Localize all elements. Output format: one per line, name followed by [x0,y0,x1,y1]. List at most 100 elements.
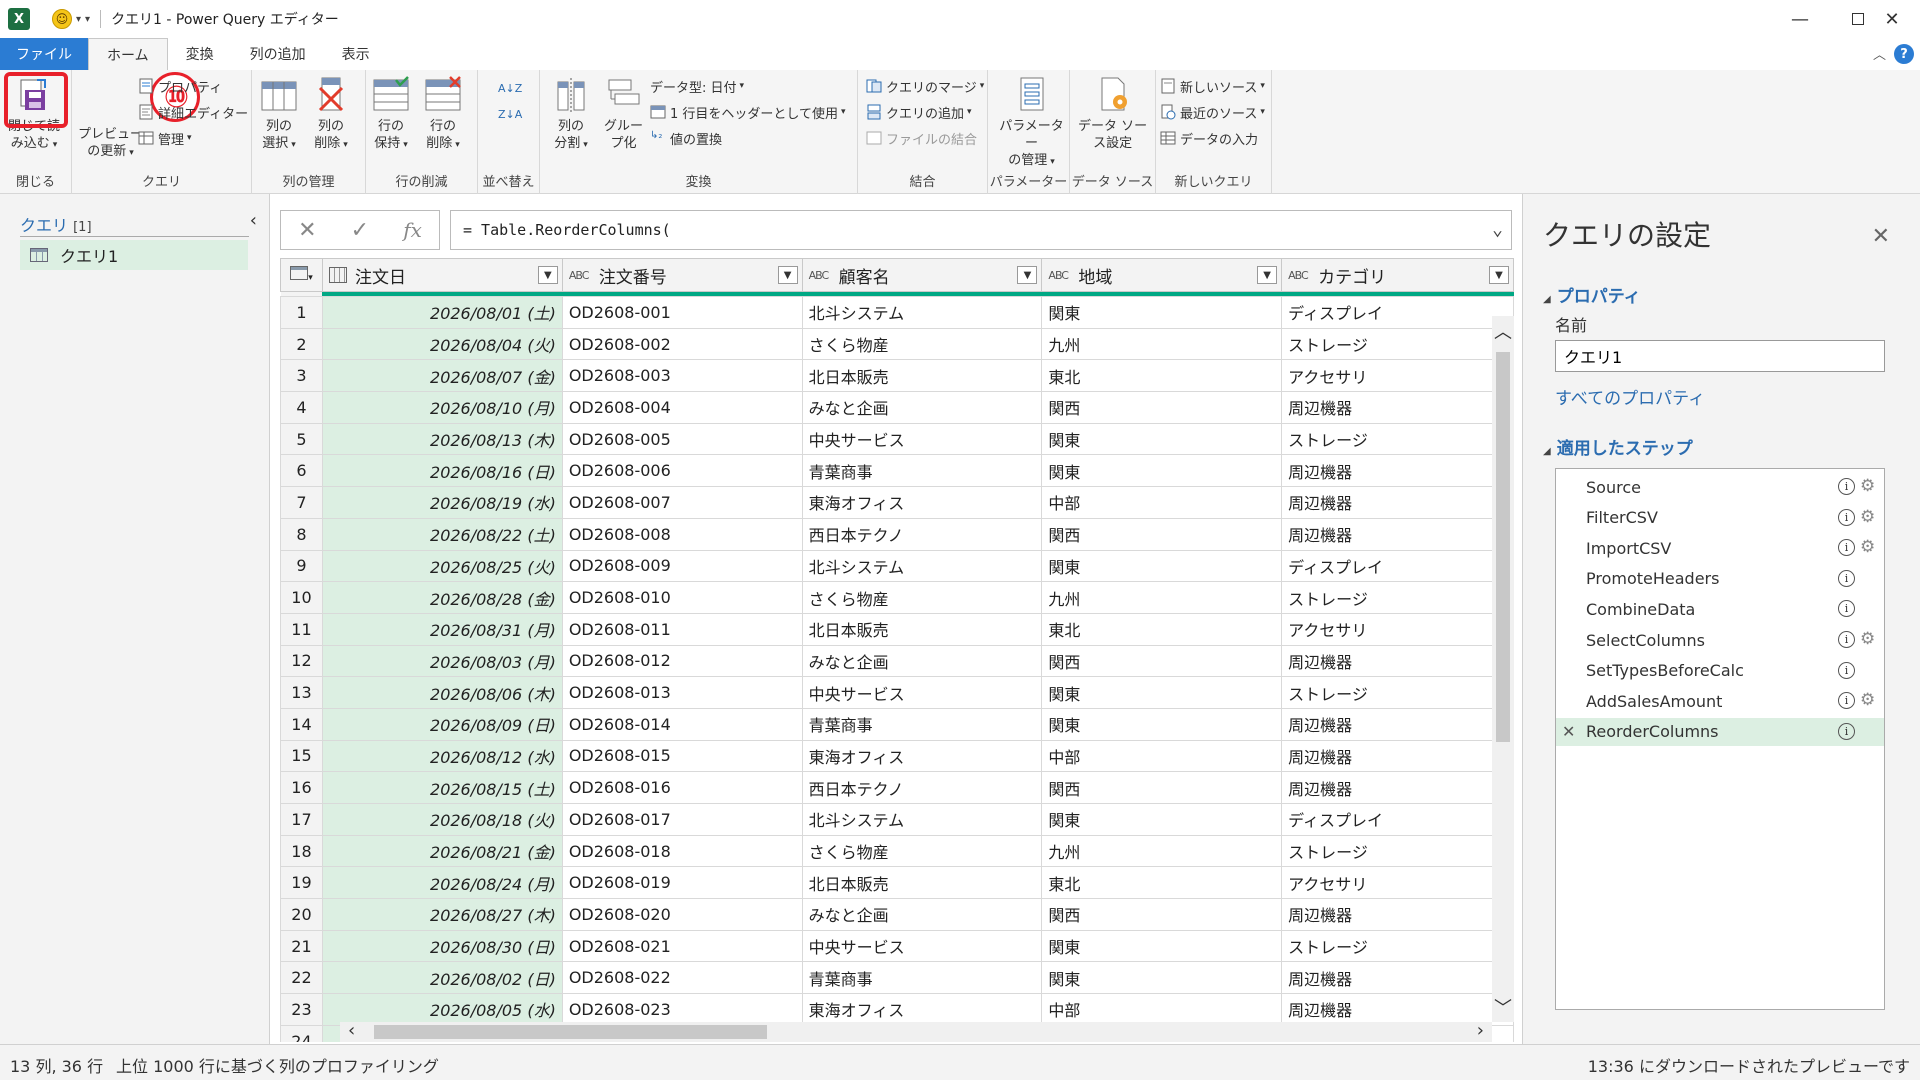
properties-section-header[interactable]: ◢ プロパティ [1543,282,1641,307]
manage-parameters-button[interactable]: パラメーター の管理 ▾ [994,76,1069,171]
cell-order-date[interactable]: 2026/08/06 (木) [321,676,563,709]
scroll-down-icon[interactable]: ﹀ [1494,994,1512,1020]
table-row[interactable]: 14 2026/08/09 (日) OD2608-014 青葉商事 関東 周辺機器 [280,707,1514,741]
text-type-icon[interactable]: ABC [809,269,831,282]
cell-order-date[interactable]: 2026/08/30 (日) [321,929,563,963]
tab-transform[interactable]: 変換 [168,38,232,70]
minimize-button[interactable]: — [1772,0,1828,38]
row-number[interactable]: 22 [280,961,323,995]
row-number[interactable]: 10 [280,581,323,614]
cell-order-date[interactable]: 2026/08/24 (月) [321,866,563,900]
remove-columns-button[interactable]: 列の 削除 ▾ [312,76,350,154]
step-settings-gear-icon[interactable]: ⚙ [1860,507,1875,527]
horizontal-scrollbar[interactable]: ‹ › [340,1020,1492,1042]
cell-category[interactable]: 周辺機器 [1281,771,1514,804]
cell-region[interactable]: 関西 [1041,898,1283,931]
cell-category[interactable]: ディスプレイ [1281,803,1514,836]
table-row[interactable]: 23 2026/08/05 (水) OD2608-023 東海オフィス 中部 周辺機器 [280,993,1514,1026]
step-info-icon[interactable]: i [1838,569,1855,587]
cell-region[interactable]: 中部 [1041,993,1283,1026]
cell-order-number[interactable]: OD2608-019 [561,866,803,900]
step-info-icon[interactable]: i [1838,692,1855,710]
applied-step[interactable]: PromoteHeaders i [1556,565,1884,593]
table-row[interactable]: 15 2026/08/12 (水) OD2608-015 東海オフィス 中部 周辺機器 [280,739,1514,773]
close-settings-icon[interactable]: ✕ [1872,224,1890,249]
cell-category[interactable]: ストレージ [1281,834,1514,868]
cell-order-number[interactable]: OD2608-015 [561,739,803,773]
cell-region[interactable]: 関東 [1041,961,1283,995]
table-row[interactable]: 10 2026/08/28 (金) OD2608-010 さくら物産 九州 ストレージ [280,581,1514,614]
replace-values-button[interactable]: ↳₂ 値の置換 [650,126,722,150]
row-number[interactable]: 1 [280,296,323,329]
cell-order-number[interactable]: OD2608-010 [561,581,803,614]
filter-dropdown-icon[interactable]: ▼ [1017,266,1038,284]
cell-customer[interactable]: 青葉商事 [801,961,1043,995]
refresh-preview-button[interactable]: プレビュー の更新 ▾ [78,126,143,162]
cell-order-date[interactable]: 2026/08/15 (土) [321,771,563,804]
cell-customer[interactable]: さくら物産 [801,581,1043,614]
cell-order-date[interactable]: 2026/08/21 (金) [321,834,563,868]
cell-region[interactable]: 関東 [1041,454,1283,488]
query-item[interactable]: クエリ1 [20,240,248,270]
cell-customer[interactable]: 東海オフィス [801,486,1043,519]
enter-data-button[interactable]: データの入力 [1160,126,1258,150]
table-menu-corner[interactable]: ▾ [280,258,323,292]
cell-order-date[interactable]: 2026/08/12 (水) [321,739,563,773]
cell-category[interactable]: 周辺機器 [1281,391,1514,424]
cell-order-number[interactable]: OD2608-009 [561,549,803,583]
cell-region[interactable]: 関東 [1041,549,1283,583]
table-row[interactable]: 20 2026/08/27 (木) OD2608-020 みなと企画 関西 周辺機器 [280,898,1514,931]
all-properties-link[interactable]: すべてのプロパティ [1555,384,1705,409]
applied-step[interactable]: SetTypesBeforeCalc i [1556,657,1884,685]
use-first-row-as-header-button[interactable]: 1 行目をヘッダーとして使用 ▾ [650,100,846,124]
tab-view[interactable]: 表示 [324,38,388,70]
step-info-icon[interactable]: i [1838,478,1855,495]
cell-order-date[interactable]: 2026/08/28 (金) [321,581,563,614]
tab-add-column[interactable]: 列の追加 [232,38,324,70]
cell-customer[interactable]: 東海オフィス [801,993,1043,1026]
cell-order-number[interactable]: OD2608-002 [561,327,803,361]
applied-step[interactable]: ✕ ReorderColumns i [1556,717,1884,746]
qat-customize-icon[interactable]: ▾ [85,14,90,25]
cell-order-date[interactable]: 2026/08/31 (月) [321,612,563,646]
row-number[interactable]: 4 [280,391,323,424]
cell-order-date[interactable]: 2026/08/22 (土) [321,517,563,551]
cell-category[interactable]: ストレージ [1281,327,1514,361]
cell-category[interactable]: 周辺機器 [1281,454,1514,488]
cell-customer[interactable]: さくら物産 [801,327,1043,361]
cell-order-number[interactable]: OD2608-001 [561,296,803,329]
step-settings-gear-icon[interactable]: ⚙ [1860,629,1875,649]
cell-order-number[interactable]: OD2608-003 [561,359,803,393]
cell-customer[interactable]: みなと企画 [801,644,1043,678]
cell-order-number[interactable]: OD2608-008 [561,517,803,551]
column-header-region[interactable]: ABC 地域 ▼ [1041,258,1283,292]
row-number[interactable]: 21 [280,929,323,963]
row-number[interactable]: 6 [280,454,323,488]
cell-customer[interactable]: 中央サービス [801,929,1043,963]
row-number[interactable]: 17 [280,803,323,836]
applied-step[interactable]: CombineData i [1556,595,1884,623]
close-window-button[interactable]: ✕ [1864,0,1920,38]
cell-region[interactable]: 関東 [1041,803,1283,836]
cell-order-number[interactable]: OD2608-007 [561,486,803,519]
cell-region[interactable]: 関東 [1041,422,1283,456]
append-queries-button[interactable]: クエリの追加 ▾ [866,100,972,124]
status-profiling-mode[interactable]: 上位 1000 行に基づく列のプロファイリング [116,1053,439,1077]
remove-rows-button[interactable]: 行の 削除 ▾ [424,76,462,154]
sort-descending-button[interactable]: Z↓A [498,102,522,126]
keep-rows-button[interactable]: 行の 保持 ▾ [372,76,410,154]
cell-order-number[interactable]: OD2608-020 [561,898,803,931]
table-row[interactable]: 18 2026/08/21 (金) OD2608-018 さくら物産 九州 ストレージ [280,834,1514,868]
table-row[interactable]: 2 2026/08/04 (火) OD2608-002 さくら物産 九州 ストレージ [280,327,1514,361]
table-row[interactable]: 11 2026/08/31 (月) OD2608-011 北日本販売 東北 アクセサリ [280,612,1514,646]
table-row[interactable]: 9 2026/08/25 (火) OD2608-009 北斗システム 関東 ディスプレイ [280,549,1514,583]
applied-steps-header[interactable]: ◢ 適用したステップ [1543,434,1693,459]
cancel-formula-button[interactable]: ✕ [298,218,316,243]
choose-columns-button[interactable]: 列の 選択 ▾ [260,76,298,154]
row-number[interactable]: 5 [280,422,323,456]
combine-files-button[interactable]: ファイルの結合 [866,126,977,150]
column-header-order-number[interactable]: ABC 注文番号 ▼ [561,258,803,292]
cell-category[interactable]: ストレージ [1281,676,1514,709]
cell-category[interactable]: ストレージ [1281,581,1514,614]
row-number[interactable]: 15 [280,739,323,773]
